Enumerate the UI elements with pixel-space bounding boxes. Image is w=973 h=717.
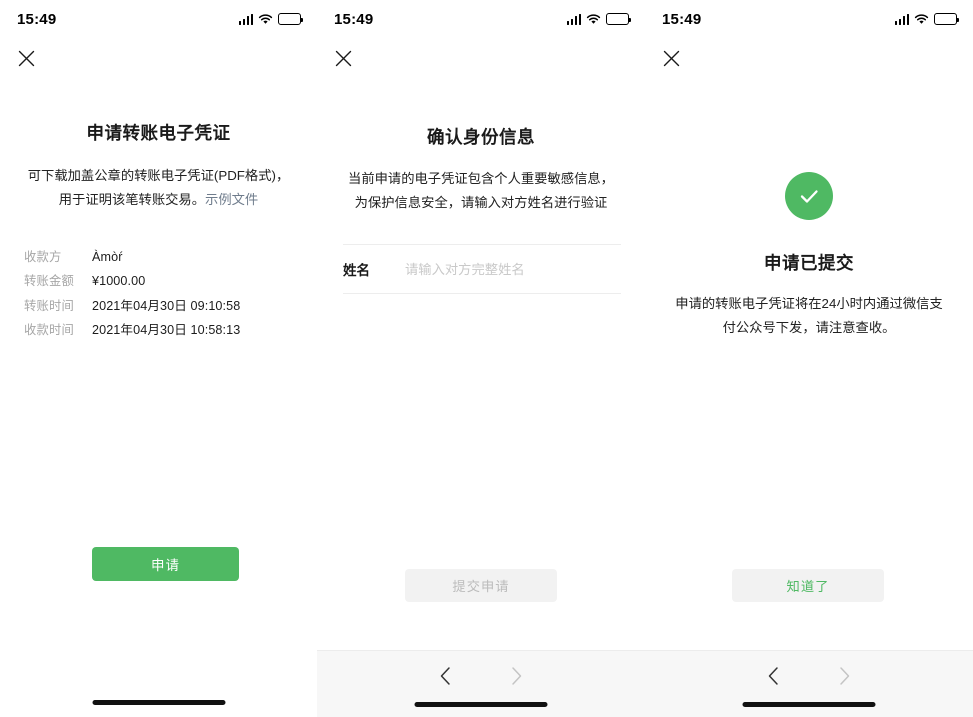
wifi-icon [258,13,273,25]
status-time: 15:49 [17,10,57,28]
detail-label: 转账时间 [24,299,74,314]
detail-value: Àmòŕ [92,250,123,265]
chevron-left-icon[interactable] [767,666,780,691]
check-circle-icon [785,172,833,220]
table-row: 转账时间 2021年04月30日 09:10:58 [24,295,295,319]
battery-icon [934,13,960,25]
home-indicator [742,702,876,707]
battery-icon [278,13,304,25]
battery-icon [606,13,632,25]
nav-bar [0,38,317,78]
detail-label: 收款方 [24,250,62,265]
desc-line-2: 用于证明该笔转账交易。 [58,191,206,207]
nav-arrows [645,651,973,691]
table-row: 转账金额 ¥1000.00 [24,271,295,295]
status-time: 15:49 [334,10,374,28]
nav-bar [645,38,973,78]
detail-label: 转账金额 [24,274,74,289]
detail-value: 2021年04月30日 10:58:13 [92,323,241,338]
page-title: 申请转账电子凭证 [86,123,231,143]
page-description: 申请的转账电子凭证将在24小时内通过微信支 付公众号下发，请注意查收。 [645,292,973,339]
acknowledge-button[interactable]: 知道了 [732,569,884,602]
nav-bar [317,38,645,78]
status-time: 15:49 [662,10,702,28]
chevron-right-icon[interactable] [510,666,523,691]
page-description: 当前申请的电子凭证包含个人重要敏感信息， 为保护信息安全，请输入对方姓名进行验证 [317,167,645,214]
status-icons [238,13,304,25]
close-icon[interactable] [659,46,683,70]
home-indicator [92,700,225,705]
desc-line-2: 为保护信息安全，请输入对方姓名进行验证 [354,194,608,210]
status-bar: 15:49 [317,0,645,38]
screen1-content: 申请转账电子凭证 可下载加盖公章的转账电子凭证(PDF格式)， 用于证明该笔转账… [0,78,317,717]
signal-bars-icon [566,13,581,25]
chevron-left-icon[interactable] [439,666,452,691]
page-title: 申请已提交 [764,253,854,273]
wifi-icon [914,13,929,25]
browser-bottom-nav [645,650,973,717]
submit-application-button[interactable]: 提交申请 [405,569,557,602]
detail-value: ¥1000.00 [92,274,146,289]
desc-line-1: 可下载加盖公章的转账电子凭证(PDF格式)， [27,168,290,183]
desc-line-1: 申请的转账电子凭证将在24小时内通过微信支 [675,296,943,311]
screen-apply-voucher: 15:49 申请转账电子凭证 可下载加盖公章的转账电子凭证(PDF格式)， 用于… [0,0,317,717]
detail-value: 2021年04月30日 09:10:58 [92,299,241,314]
chevron-right-icon[interactable] [838,666,851,691]
home-indicator [414,702,548,707]
name-input[interactable] [405,261,621,277]
screen2-content: 确认身份信息 当前申请的电子凭证包含个人重要敏感信息， 为保护信息安全，请输入对… [317,78,645,717]
status-bar: 15:49 [645,0,973,38]
screen-submitted-success: 15:49 申请已提交 申请的转账电子凭证将在24小时内通过微信支 付公众号下发… [645,0,973,717]
name-field-row: 姓名 [343,244,621,295]
page-title: 确认身份信息 [427,127,535,147]
close-icon[interactable] [14,46,38,70]
sample-file-link[interactable]: 示例文件 [205,192,258,207]
status-icons [566,13,632,25]
close-icon[interactable] [331,46,355,70]
table-row: 收款时间 2021年04月30日 10:58:13 [24,319,295,343]
nav-arrows [317,651,645,691]
wifi-icon [586,13,601,25]
detail-label: 收款时间 [24,323,74,338]
screen3-content: 申请已提交 申请的转账电子凭证将在24小时内通过微信支 付公众号下发，请注意查收… [645,78,973,717]
apply-button[interactable]: 申请 [92,547,239,581]
browser-bottom-nav [317,650,645,717]
table-row: 收款方 Àmòŕ [24,247,295,271]
desc-line-1: 当前申请的电子凭证包含个人重要敏感信息， [348,171,614,186]
transfer-details: 收款方 Àmòŕ 转账金额 ¥1000.00 转账时间 2021年04月30日 … [0,247,317,343]
signal-bars-icon [238,13,253,25]
signal-bars-icon [894,13,909,25]
desc-line-2: 付公众号下发，请注意查收。 [722,319,896,335]
page-description: 可下载加盖公章的转账电子凭证(PDF格式)， 用于证明该笔转账交易。示例文件 [0,164,317,211]
screen-confirm-identity: 15:49 确认身份信息 当前申请的电子凭证包含个人重要敏感信息， 为保护信息安… [317,0,645,717]
identity-form: 姓名 [317,244,645,295]
name-field-label: 姓名 [343,263,370,279]
status-icons [894,13,960,25]
status-bar: 15:49 [0,0,317,38]
screenshot-root: 15:49 申请转账电子凭证 可下载加盖公章的转账电子凭证(PDF格式)， 用于… [0,0,973,717]
